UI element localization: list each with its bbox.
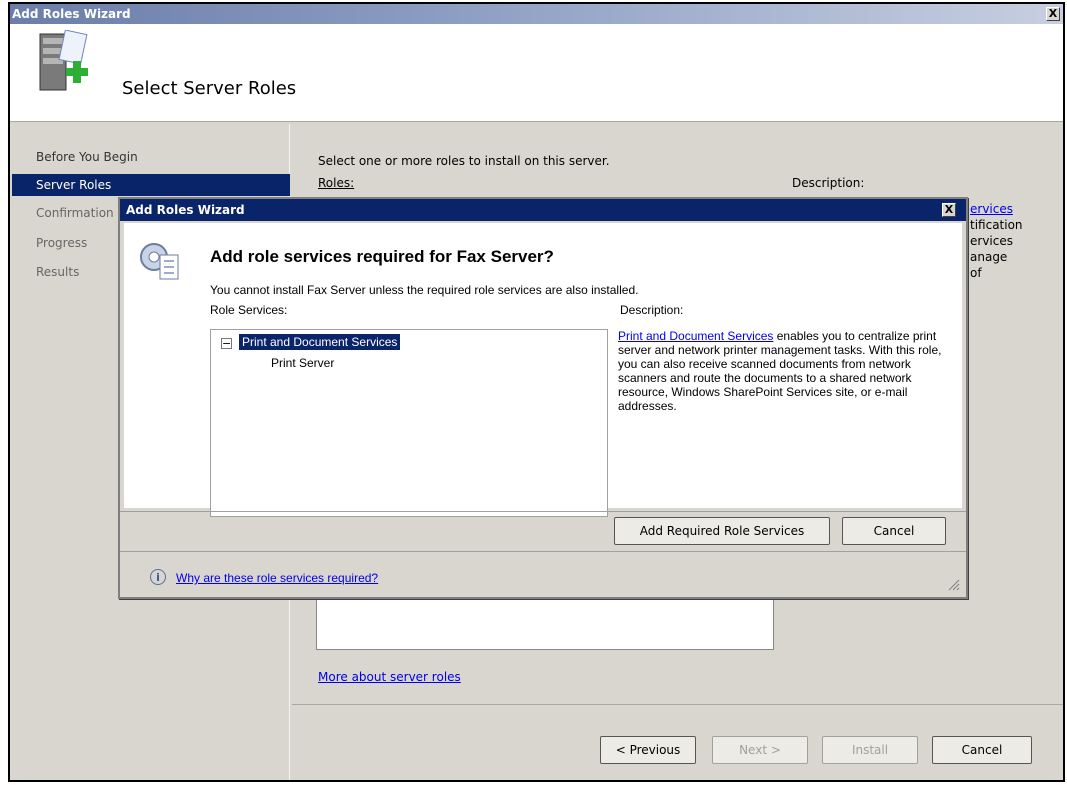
more-about-server-roles-link[interactable]: More about server roles	[318, 670, 461, 684]
nav-item-before-you-begin[interactable]: Before You Begin	[12, 146, 290, 168]
install-button[interactable]: Install	[822, 736, 918, 764]
window-title: Add Roles Wizard	[12, 7, 131, 21]
resize-grip-icon[interactable]	[946, 577, 960, 591]
tree-item-print-server[interactable]: Print Server	[271, 356, 334, 370]
dialog-cancel-button[interactable]: Cancel	[842, 517, 946, 545]
footer-divider	[292, 704, 1063, 705]
dialog-subtext: You cannot install Fax Server unless the…	[210, 283, 639, 297]
role-services-label: Role Services:	[210, 303, 288, 317]
add-required-role-services-button[interactable]: Add Required Role Services	[614, 517, 830, 545]
roles-label: Roles:	[318, 176, 355, 190]
dialog-divider-2	[120, 551, 966, 552]
print-document-services-link[interactable]: Print and Document Services	[618, 329, 773, 343]
next-button[interactable]: Next >	[712, 736, 808, 764]
role-services-tree[interactable]: − Print and Document Services Print Serv…	[210, 329, 608, 517]
instruction-text: Select one or more roles to install on t…	[318, 154, 610, 168]
previous-button[interactable]: < Previous	[600, 736, 696, 764]
description-partial-1[interactable]: ervices	[970, 202, 1013, 216]
tree-item-print-document-services[interactable]: Print and Document Services	[239, 334, 401, 350]
dialog-title-bar: Add Roles Wizard	[120, 199, 966, 221]
description-partial-2: tification	[970, 218, 1023, 232]
wizard-header: Select Server Roles	[10, 24, 1063, 122]
dialog-heading: Add role services required for Fax Serve…	[210, 247, 554, 266]
description-partial-4: anage	[970, 250, 1008, 264]
info-icon: i	[150, 569, 166, 585]
collapse-expander-icon[interactable]: −	[221, 338, 232, 349]
dialog-body: Add role services required for Fax Serve…	[124, 223, 962, 517]
description-partial-5: of	[970, 266, 982, 280]
dialog-close-button[interactable]: X	[942, 203, 956, 217]
dialog-description-text: Print and Document Services enables you …	[618, 329, 962, 519]
window-title-bar: Add Roles Wizard	[10, 4, 1063, 24]
description-label: Description:	[792, 176, 865, 190]
why-required-link[interactable]: Why are these role services required?	[176, 571, 378, 585]
role-services-dialog: Add Roles Wizard X Add role services req…	[118, 197, 968, 599]
page-title: Select Server Roles	[122, 78, 297, 99]
dialog-description-label: Description:	[620, 303, 684, 317]
window-close-button[interactable]: X	[1046, 7, 1060, 21]
gear-checklist-icon	[140, 243, 179, 280]
description-partial-3: ervices	[970, 234, 1013, 248]
nav-item-server-roles[interactable]: Server Roles	[12, 174, 290, 196]
dialog-title: Add Roles Wizard	[126, 203, 245, 217]
cancel-button[interactable]: Cancel	[932, 736, 1032, 764]
dialog-divider	[120, 511, 966, 512]
server-roles-icon	[39, 30, 88, 91]
